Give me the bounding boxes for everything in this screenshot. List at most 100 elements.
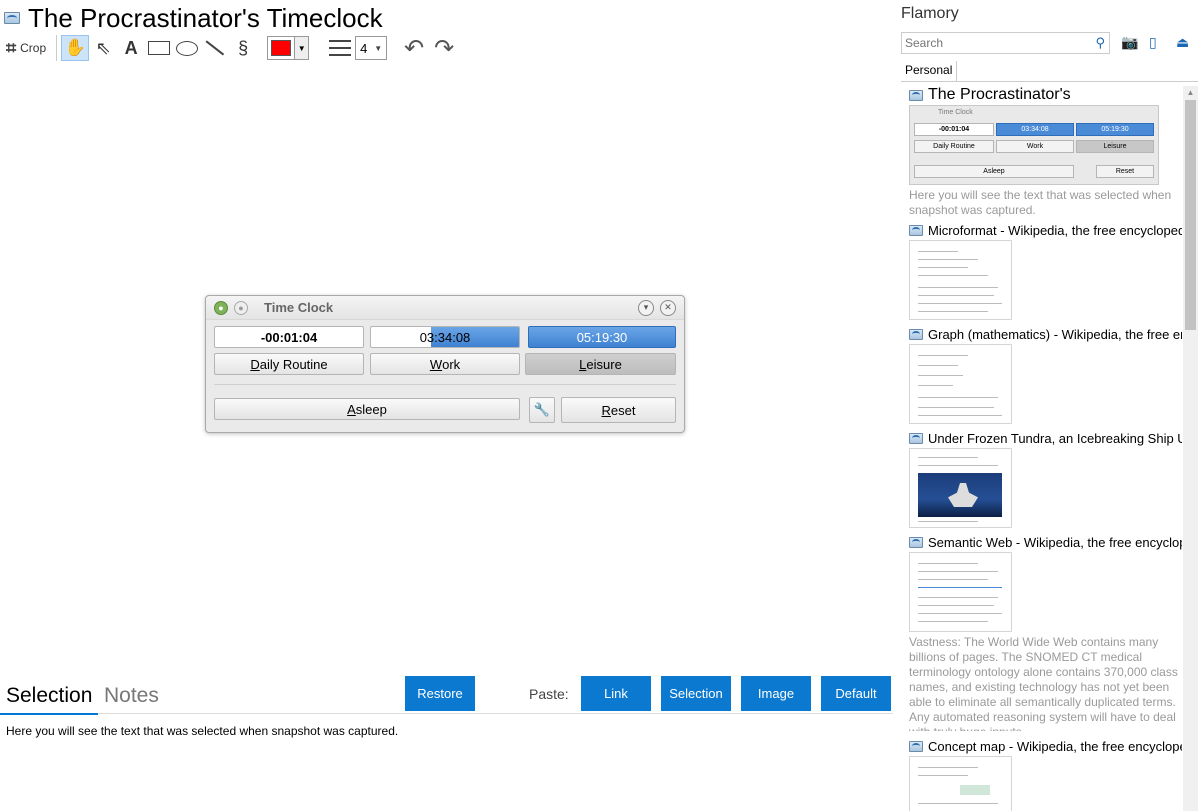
restore-button[interactable]: Restore	[405, 676, 475, 711]
list-item[interactable]: Semantic Web - Wikipedia, the free encyc…	[909, 534, 1182, 731]
mini-button: Reset	[1096, 165, 1154, 178]
undo-button[interactable]: ↶	[399, 34, 429, 62]
mini-field: 05:19:30	[1076, 123, 1154, 136]
line-width-icon	[329, 40, 352, 56]
btn-label-post: eisure	[586, 356, 622, 372]
tab-personal[interactable]: Personal	[901, 61, 958, 82]
work-time-value: 03:34:08	[419, 329, 471, 345]
pointer-icon: ⇖	[95, 37, 111, 58]
leisure-button[interactable]: Leisure	[525, 353, 676, 375]
crop-label: Crop	[20, 41, 47, 55]
mini-button: Daily Routine	[914, 140, 994, 153]
asleep-button[interactable]: Asleep	[214, 398, 520, 420]
countdown-field: -00:01:04	[214, 326, 364, 348]
search-input[interactable]	[902, 33, 1082, 53]
btn-label-post: aily Routine	[259, 356, 328, 372]
entry-title-row: Under Frozen Tundra, an Icebreaking Ship…	[909, 430, 1182, 446]
freehand-icon: §	[238, 37, 249, 58]
color-swatch	[271, 40, 292, 56]
list-item[interactable]: Concept map - Wikipedia, the free encycl…	[909, 738, 1182, 811]
btn-label-accel: L	[579, 356, 587, 372]
sidebar-scrollbar[interactable]: ▲	[1183, 86, 1198, 811]
annotation-toolbar: ⌗ Crop ✋ ⇖ A § ▼ 4 ▼ ↶ ↷	[4, 34, 459, 62]
leisure-time-field: 05:19:30	[528, 326, 676, 348]
entry-title-row: Graph (mathematics) - Wikipedia, the fre…	[909, 326, 1182, 342]
paste-link-button[interactable]: Link	[581, 676, 651, 711]
rectangle-icon	[148, 41, 171, 55]
tab-notes[interactable]: Notes	[104, 682, 159, 714]
crop-button[interactable]: ⌗ Crop	[4, 35, 52, 61]
entry-title: Concept map - Wikipedia, the free encycl…	[928, 738, 1182, 754]
sidebar-title: Flamory	[901, 5, 959, 22]
search-icon[interactable]: ⚲	[1095, 35, 1105, 51]
text-icon: A	[124, 37, 138, 58]
entry-title-row: The Procrastinator's	[909, 86, 1182, 104]
eject-icon[interactable]: ⏏	[1176, 34, 1189, 51]
entry-title: Under Frozen Tundra, an Icebreaking Ship…	[928, 430, 1182, 446]
crop-icon: ⌗	[6, 37, 17, 58]
list-item[interactable]: Graph (mathematics) - Wikipedia, the fre…	[909, 326, 1182, 424]
mini-field: -00:01:04	[914, 123, 994, 136]
undo-icon: ↶	[404, 34, 425, 62]
mini-button: Work	[996, 140, 1074, 153]
list-item[interactable]: Microformat - Wikipedia, the free encycl…	[909, 222, 1182, 320]
entry-description: Vastness: The World Wide Web contains ma…	[909, 635, 1178, 731]
search-box[interactable]: ⚲	[901, 32, 1110, 54]
mini-button: Asleep	[914, 165, 1074, 178]
ellipse-tool-button[interactable]	[173, 35, 201, 61]
mini-title: Time Clock	[938, 109, 973, 116]
toolbar-separator	[56, 35, 58, 61]
pointer-tool-button[interactable]: ⇖	[89, 35, 117, 61]
redo-button[interactable]: ↷	[429, 35, 459, 62]
entry-title: Microformat - Wikipedia, the free encycl…	[928, 222, 1182, 238]
snapshot-thumbnail	[909, 756, 1012, 811]
wrench-icon: 🔧	[533, 402, 551, 417]
entry-title: The Procrastinator's	[928, 86, 1071, 103]
btn-label-accel: W	[429, 356, 443, 372]
mini-field: 03:34:08	[996, 123, 1074, 136]
scroll-thumb[interactable]	[1185, 100, 1196, 330]
scroll-up-icon[interactable]: ▲	[1183, 86, 1198, 100]
daily-routine-button[interactable]: Daily Routine	[214, 353, 364, 375]
paste-label: Paste:	[529, 686, 569, 702]
page-icon	[909, 740, 923, 752]
tab-selection[interactable]: Selection	[0, 682, 99, 715]
line-width-select[interactable]: 4 ▼	[355, 36, 388, 60]
page-icon	[909, 432, 923, 444]
paste-image-button[interactable]: Image	[741, 676, 811, 711]
btn-label-accel: A	[347, 401, 356, 417]
color-picker[interactable]: ▼	[267, 36, 310, 60]
work-button[interactable]: Work	[370, 353, 520, 375]
entry-description: Here you will see the text that was sele…	[909, 188, 1172, 217]
entry-title: Semantic Web - Wikipedia, the free encyc…	[928, 534, 1182, 550]
chevron-down-icon: ▼	[374, 43, 383, 53]
paste-default-button[interactable]: Default	[821, 676, 891, 711]
settings-button[interactable]: 🔧	[529, 397, 555, 423]
timeclock-titlebar: ● ● Time Clock ▾ ✕	[206, 296, 684, 320]
app-window: The Procrastinator's Timeclock ⌗ Crop ✋ …	[0, 0, 1198, 811]
chevron-down-icon[interactable]: ▼	[294, 37, 309, 59]
tab-underline	[901, 81, 1198, 82]
text-tool-button[interactable]: A	[117, 35, 145, 61]
minimize-icon[interactable]: ▾	[638, 299, 654, 316]
rectangle-tool-button[interactable]	[145, 35, 173, 61]
paste-selection-button[interactable]: Selection	[661, 676, 731, 711]
snapshot-thumbnail	[909, 552, 1012, 632]
pin-icon[interactable]: ●	[234, 300, 248, 315]
camera-icon[interactable]: 📷	[1121, 34, 1138, 51]
hand-tool-button[interactable]: ✋	[61, 35, 90, 61]
document-icon[interactable]: ▯	[1149, 34, 1157, 51]
btn-label-post: eset	[610, 402, 636, 418]
line-tool-button[interactable]	[201, 35, 229, 61]
ellipse-icon	[176, 40, 199, 56]
selection-text: Here you will see the text that was sele…	[6, 724, 399, 738]
close-icon[interactable]: ✕	[660, 299, 676, 316]
list-item[interactable]: Under Frozen Tundra, an Icebreaking Ship…	[909, 430, 1182, 528]
btn-label-post: ork	[442, 356, 461, 372]
entry-title-row: Microformat - Wikipedia, the free encycl…	[909, 222, 1182, 238]
reset-button[interactable]: Reset	[561, 397, 676, 423]
freehand-tool-button[interactable]: §	[229, 35, 257, 61]
list-item[interactable]: The Procrastinator's Time Clock -00:01:0…	[909, 86, 1182, 218]
countdown-value: -00:01:04	[260, 329, 318, 345]
entry-title: Graph (mathematics) - Wikipedia, the fre…	[928, 326, 1182, 342]
